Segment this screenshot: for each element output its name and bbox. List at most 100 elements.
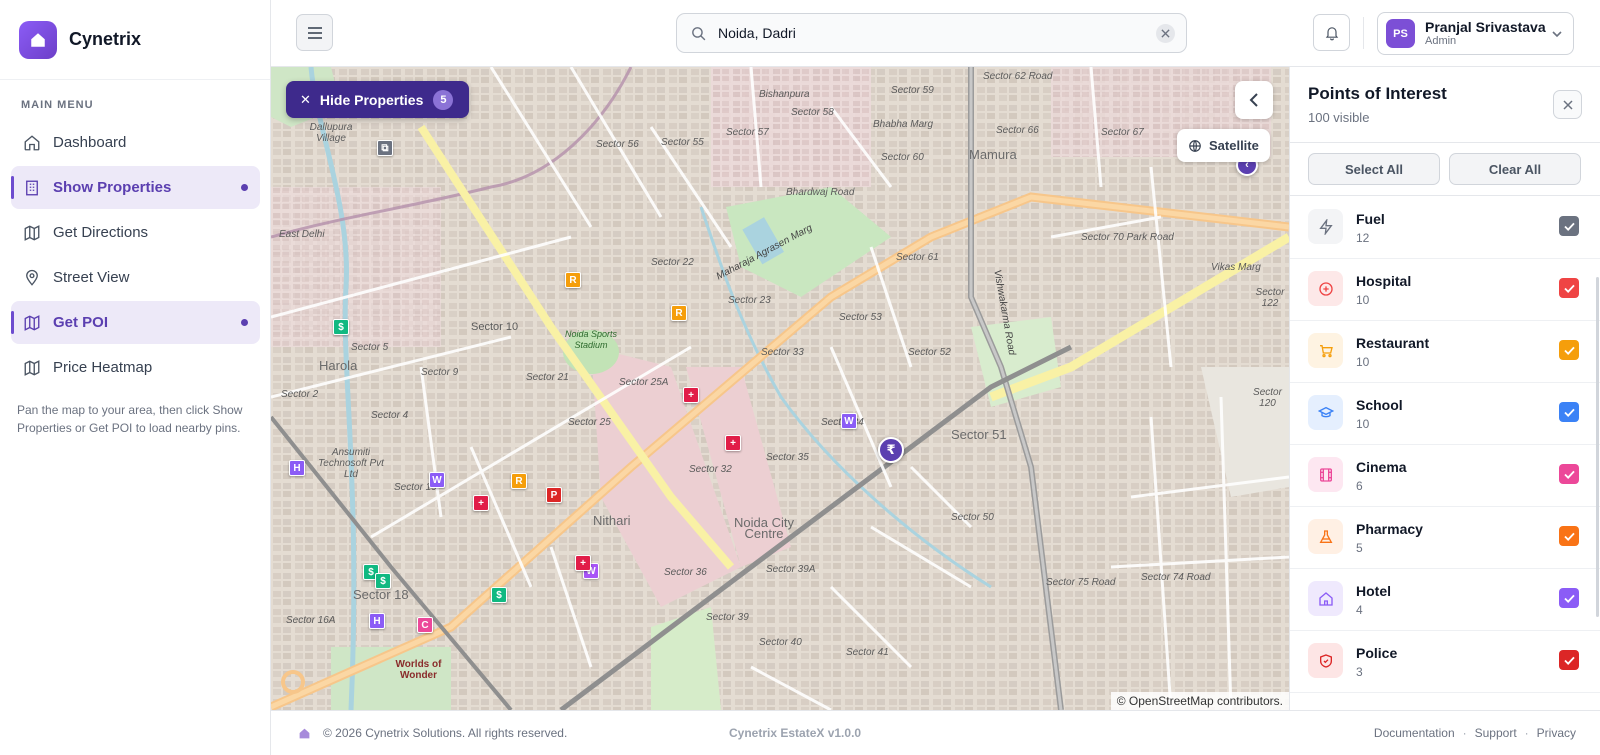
sidebar-item-show-properties[interactable]: Show Properties (11, 166, 260, 209)
user-name: Pranjal Srivastava (1425, 18, 1546, 35)
check-icon (1563, 470, 1575, 479)
clear-search-button[interactable] (1156, 24, 1175, 43)
map-label: Sector 32 (689, 464, 732, 475)
poi-category-checkbox[interactable] (1559, 278, 1579, 298)
map-label: Sector 36 (664, 567, 707, 578)
user-role: Admin (1425, 34, 1457, 47)
poi-pin-hotel[interactable]: H (289, 460, 305, 476)
search-input[interactable] (718, 25, 1138, 41)
sidebar-item-get-directions[interactable]: Get Directions (11, 211, 260, 254)
poi-category-checkbox[interactable] (1559, 650, 1579, 670)
map-label: Sector 70 Park Road (1081, 232, 1174, 243)
map-label: Worlds of Wonder (395, 659, 442, 681)
poi-category-school[interactable]: School 10 (1290, 383, 1600, 445)
poi-pin-fuel[interactable]: $ (375, 573, 391, 589)
poi-pin-misc[interactable]: ⧉ (377, 140, 393, 156)
poi-pin-hospital[interactable]: + (575, 555, 591, 571)
map-icon (23, 359, 41, 377)
map-label: Dallupura Village (309, 122, 353, 144)
sidebar-item-get-poi[interactable]: Get POI (11, 301, 260, 344)
map-label: Sector 39 (706, 612, 749, 623)
menu-toggle-button[interactable] (296, 14, 333, 51)
sidebar-item-label: Price Heatmap (53, 359, 153, 376)
home-icon (31, 32, 45, 47)
poi-category-restaurant[interactable]: Restaurant 10 (1290, 321, 1600, 383)
map-label: Sector 21 (526, 372, 569, 383)
map[interactable]: Sector 62 Road Bishanpura Sector 59 Sect… (271, 67, 1289, 710)
hospital-icon (1308, 271, 1343, 306)
poi-category-checkbox[interactable] (1559, 216, 1579, 236)
map-label: Harola (319, 358, 358, 373)
property-pin[interactable]: ₹ (878, 437, 904, 463)
graduation-cap-icon (1308, 395, 1343, 430)
map-tiles (271, 67, 1289, 710)
check-icon (1563, 594, 1575, 603)
topbar: PS Pranjal Srivastava Admin (271, 0, 1600, 67)
select-all-button[interactable]: Select All (1308, 153, 1440, 185)
poi-category-checkbox[interactable] (1559, 464, 1579, 484)
poi-pin-hospital[interactable]: + (473, 495, 489, 511)
hide-properties-button[interactable]: ✕ Hide Properties 5 (286, 81, 470, 118)
map-label: Sector 60 (881, 152, 924, 163)
collapse-panel-button[interactable] (1235, 81, 1273, 119)
map-label: Sector 56 (596, 139, 639, 150)
poi-category-checkbox[interactable] (1559, 402, 1579, 422)
close-icon (1161, 29, 1170, 38)
poi-pin-hospital[interactable]: + (725, 435, 741, 451)
map-label: Sector 4 (371, 410, 409, 421)
poi-pin-restaurant[interactable]: R (565, 272, 581, 288)
poi-pin-cinema[interactable]: C (417, 617, 433, 633)
poi-list-scrollbar[interactable] (1596, 277, 1599, 617)
check-icon (1563, 346, 1575, 355)
poi-pin-school[interactable]: W (841, 413, 857, 429)
clear-all-button[interactable]: Clear All (1449, 153, 1581, 185)
map-label: Sector 18 (353, 587, 409, 602)
main-menu: Dashboard Show Properties Get Directions… (11, 121, 260, 391)
poi-category-hotel[interactable]: Hotel 4 (1290, 569, 1600, 631)
map-label: Sector 40 (759, 637, 802, 648)
poi-category-police[interactable]: Police 3 (1290, 631, 1600, 693)
location-pin-icon (23, 269, 41, 287)
sidebar-item-price-heatmap[interactable]: Price Heatmap (11, 346, 260, 389)
support-link[interactable]: Support (1475, 726, 1517, 740)
poi-category-pharmacy[interactable]: Pharmacy 5 (1290, 507, 1600, 569)
user-menu[interactable]: PS Pranjal Srivastava Admin (1377, 12, 1574, 55)
map-label: Nithari (593, 513, 631, 528)
poi-category-fuel[interactable]: Fuel 12 (1290, 197, 1600, 259)
poi-pin-parking[interactable]: P (546, 487, 562, 503)
poi-pin-hotel[interactable]: H (369, 613, 385, 629)
poi-category-checkbox[interactable] (1559, 588, 1579, 608)
close-poi-panel-button[interactable] (1553, 90, 1582, 119)
home-icon (1308, 581, 1343, 616)
poi-category-cinema[interactable]: Cinema 6 (1290, 445, 1600, 507)
sidebar-item-label: Dashboard (53, 134, 127, 151)
poi-pin-restaurant[interactable]: R (671, 305, 687, 321)
poi-pin-restaurant[interactable]: R (511, 473, 527, 489)
brand-logo[interactable] (19, 20, 57, 59)
poi-category-list: Fuel 12 Hospital 10 Restaurant 10 School… (1290, 197, 1600, 693)
poi-pin-school[interactable]: W (429, 472, 445, 488)
poi-pin-hospital[interactable]: + (683, 387, 699, 403)
sidebar-item-street-view[interactable]: Street View (11, 256, 260, 299)
satellite-toggle-button[interactable]: Satellite (1177, 129, 1270, 162)
map-label: Sector 74 Road (1141, 572, 1211, 583)
flask-icon (1308, 519, 1343, 554)
poi-category-checkbox[interactable] (1559, 526, 1579, 546)
map-label: Bhardwaj Road (786, 187, 855, 198)
map-label: Sector 61 (896, 252, 939, 263)
map-attribution[interactable]: © OpenStreetMap contributors. (1110, 692, 1289, 710)
poi-category-checkbox[interactable] (1559, 340, 1579, 360)
poi-pin-fuel[interactable]: $ (491, 587, 507, 603)
poi-category-hospital[interactable]: Hospital 10 (1290, 259, 1600, 321)
sidebar-item-dashboard[interactable]: Dashboard (11, 121, 260, 164)
check-icon (1563, 408, 1575, 417)
map-icon (23, 314, 41, 332)
privacy-link[interactable]: Privacy (1537, 726, 1576, 740)
map-label: Sector 52 (908, 347, 951, 358)
poi-pin-fuel[interactable]: $ (333, 319, 349, 335)
map-label: Sector 67 (1101, 127, 1144, 138)
notifications-button[interactable] (1313, 14, 1350, 51)
documentation-link[interactable]: Documentation (1374, 726, 1455, 740)
shield-icon (1308, 643, 1343, 678)
sidebar-item-label: Street View (53, 269, 130, 286)
